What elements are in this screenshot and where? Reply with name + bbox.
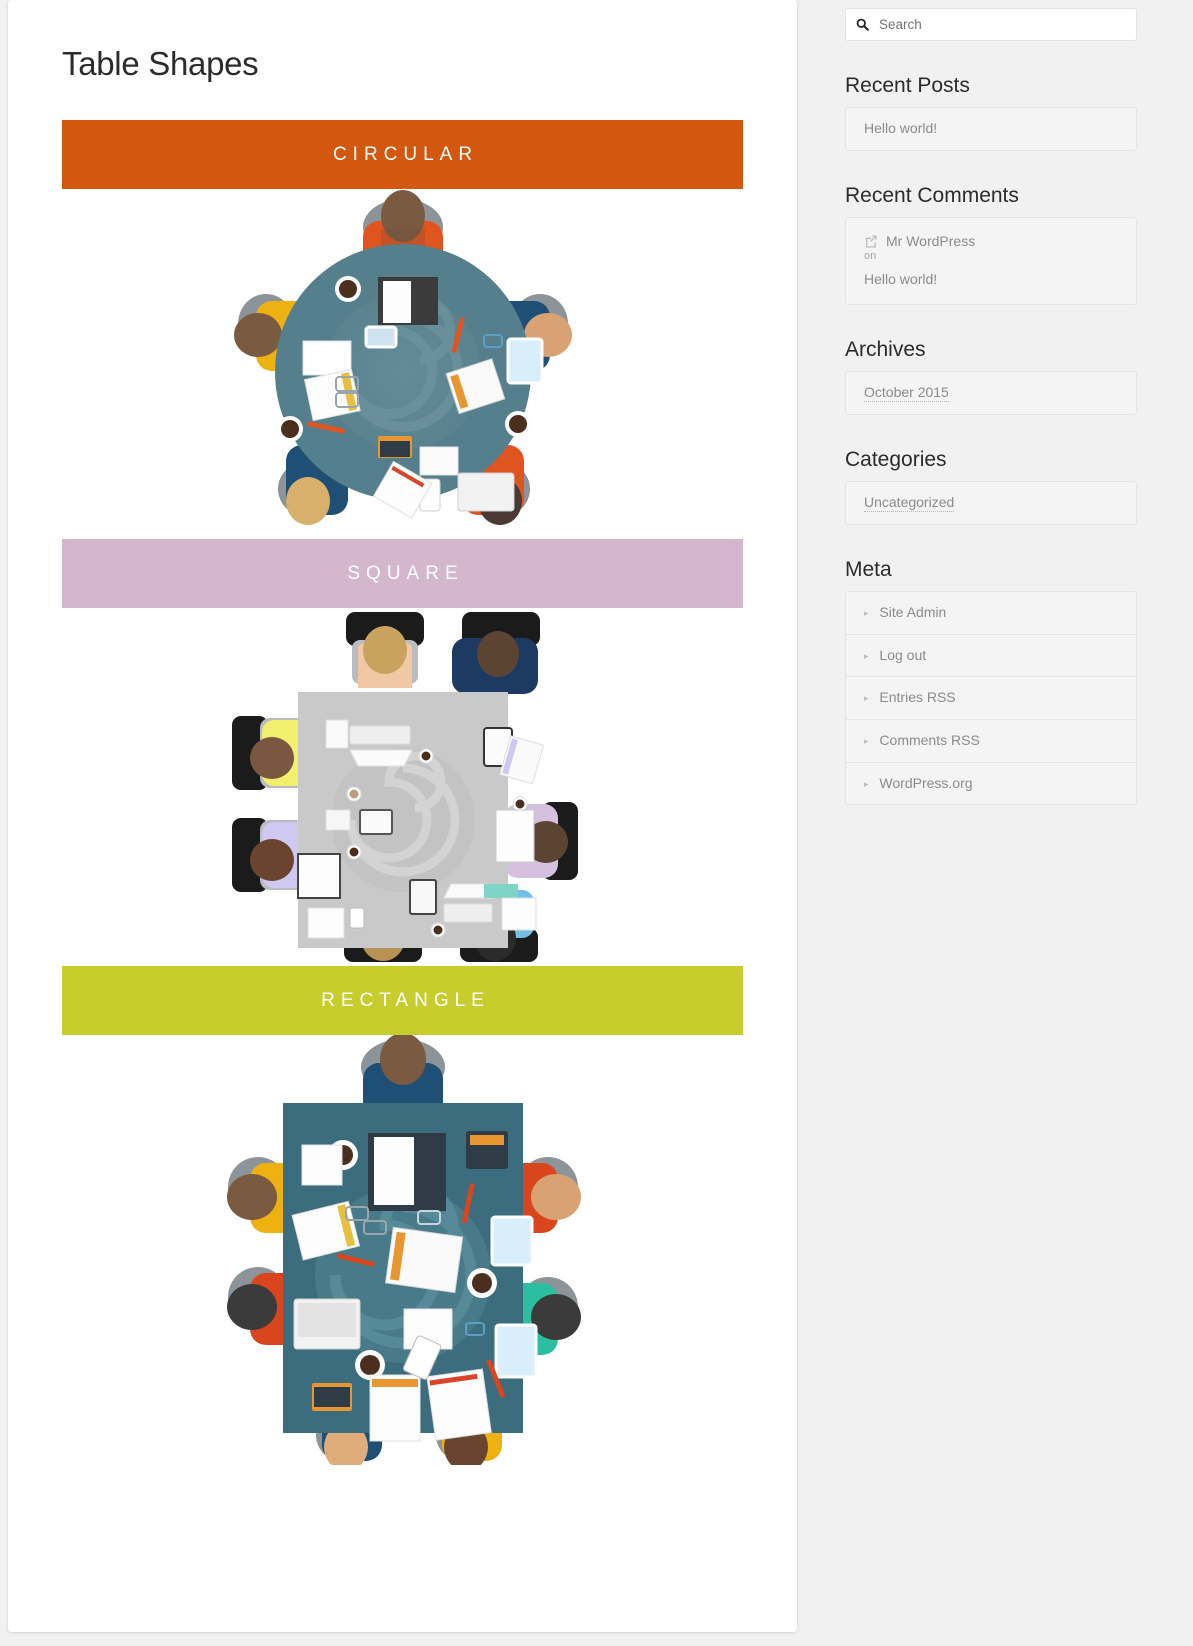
caret-right-icon: ▸ — [864, 693, 869, 704]
caret-right-icon: ▸ — [864, 778, 869, 789]
section-banner-label: CIRCULAR — [332, 143, 479, 165]
section-banner-label: RECTANGLE — [321, 989, 490, 1011]
page-root: Table Shapes CIRCULAR SQUARE RECTANGLE S… — [0, 0, 1193, 1646]
widget-title: Archives — [845, 338, 926, 362]
categories-list: Uncategorized — [845, 481, 1137, 525]
list-item[interactable]: Hello world! — [846, 108, 1136, 150]
main-content-panel: Table Shapes CIRCULAR SQUARE RECTANGLE — [8, 0, 797, 1632]
comment-author-row: Mr WordPress — [864, 233, 1118, 249]
widget-recent-comments: Recent Comments Mr WordPress on Hello wo… — [845, 182, 1137, 306]
list-item[interactable]: ▸ Site Admin — [846, 592, 1136, 635]
widget-title: Categories — [845, 448, 947, 472]
list-item[interactable]: ▸ WordPress.org — [846, 763, 1136, 805]
square-table-meeting-illustration — [231, 612, 578, 963]
widget-recent-posts: Recent Posts Hello world! — [845, 72, 1137, 151]
section-banner-circular: CIRCULAR — [62, 120, 743, 190]
archives-list: October 2015 — [845, 371, 1137, 416]
figure-rectangle-table — [62, 1035, 743, 1466]
figure-circular-table — [62, 189, 743, 539]
widget-meta: Meta ▸ Site Admin ▸ Log out ▸ Entries RS… — [845, 556, 1137, 806]
section-banner-square: SQUARE — [62, 539, 743, 609]
recent-post-link[interactable]: Hello world! — [864, 120, 937, 136]
external-link-icon — [864, 234, 878, 248]
comment-connector: on — [864, 250, 877, 263]
meta-link-wordpress-org[interactable]: WordPress.org — [879, 775, 972, 791]
search-icon — [856, 18, 869, 31]
list-item[interactable]: ▸ Comments RSS — [846, 720, 1136, 763]
caret-right-icon: ▸ — [864, 650, 869, 661]
section-banner-rectangle: RECTANGLE — [62, 966, 743, 1036]
list-item[interactable]: Uncategorized — [846, 482, 1136, 524]
list-item[interactable]: ▸ Entries RSS — [846, 677, 1136, 721]
widget-title: Recent Posts — [845, 74, 970, 97]
sidebar: Recent Posts Hello world! Recent Comment… — [845, 0, 1137, 836]
list-item[interactable]: October 2015 — [846, 372, 1136, 414]
meta-list: ▸ Site Admin ▸ Log out ▸ Entries RSS ▸ C… — [845, 591, 1137, 806]
page-title: Table Shapes — [62, 45, 259, 82]
comment-post-link[interactable]: Hello world! — [864, 271, 1118, 287]
rectangle-table-meeting-illustration — [226, 1035, 581, 1466]
post-entry: Table Shapes CIRCULAR SQUARE RECTANGLE — [8, 0, 797, 1466]
meta-link-comments-rss[interactable]: Comments RSS — [879, 732, 979, 748]
widget-archives: Archives October 2015 — [845, 336, 1137, 416]
recent-comment-item: Mr WordPress on Hello world! — [845, 217, 1137, 306]
search-input[interactable] — [877, 16, 1126, 33]
comment-author-name[interactable]: Mr WordPress — [886, 233, 975, 249]
recent-posts-list: Hello world! — [845, 107, 1137, 151]
meta-link-entries-rss[interactable]: Entries RSS — [879, 689, 955, 705]
widget-title: Recent Comments — [845, 183, 1019, 207]
widget-search — [845, 8, 1137, 41]
caret-right-icon: ▸ — [864, 608, 869, 619]
search-box[interactable] — [845, 8, 1137, 41]
circular-table-meeting-illustration — [233, 190, 572, 526]
list-item[interactable]: ▸ Log out — [846, 635, 1136, 678]
widget-categories: Categories Uncategorized — [845, 446, 1137, 525]
caret-right-icon: ▸ — [864, 736, 869, 747]
meta-link-log-out[interactable]: Log out — [879, 647, 926, 663]
figure-square-table — [62, 608, 743, 966]
section-banner-label: SQUARE — [347, 562, 464, 584]
category-link[interactable]: Uncategorized — [864, 494, 955, 513]
meta-link-site-admin[interactable]: Site Admin — [879, 604, 946, 620]
widget-title: Meta — [845, 557, 892, 581]
archive-link[interactable]: October 2015 — [864, 384, 949, 403]
